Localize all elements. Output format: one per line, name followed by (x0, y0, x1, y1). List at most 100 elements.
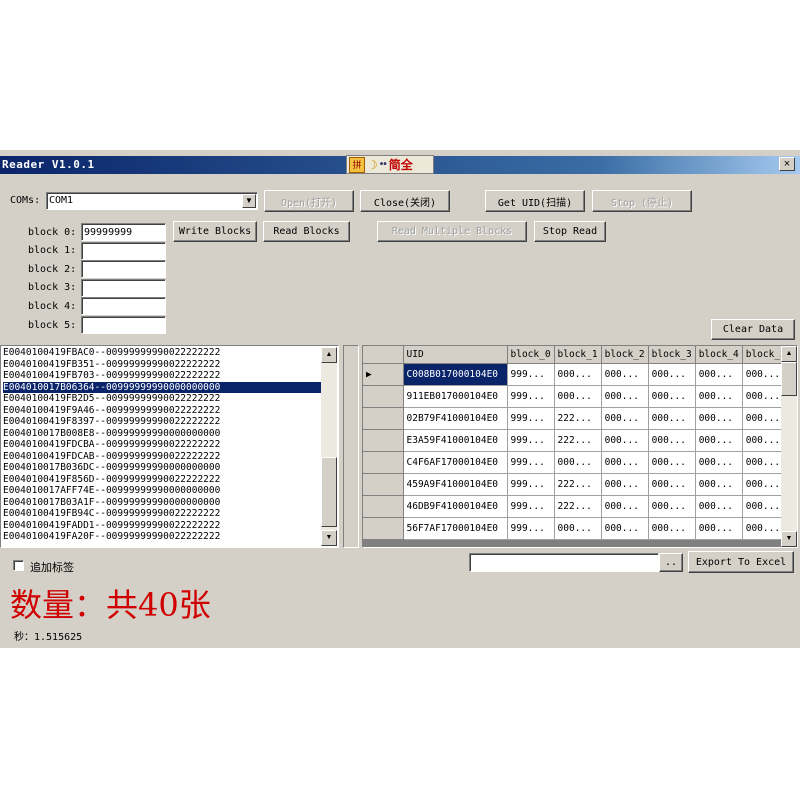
table-cell[interactable]: C4F6AF17000104E0 (403, 451, 508, 474)
write-blocks-button[interactable]: Write Blocks (173, 221, 257, 242)
list-item[interactable]: E0040100419FA20F--00999999990022222222 (3, 531, 323, 543)
table-cell[interactable]: 000... (601, 429, 649, 452)
table-row[interactable]: 459A9F41000104E0 999... 222... 000... 000...… (363, 473, 790, 496)
table-cell[interactable]: 999... (507, 429, 555, 452)
row-header[interactable] (363, 451, 404, 474)
list-item[interactable]: E0040100419F9A46--00999999990022222222 (3, 405, 323, 417)
close-port-button[interactable]: Close(关闭) (360, 190, 450, 212)
list-item[interactable]: E0040100419FB351--00999999990022222222 (3, 359, 323, 371)
block-2-input[interactable] (81, 260, 166, 278)
scroll-down-icon[interactable]: ▼ (321, 530, 337, 546)
table-cell[interactable]: 000... (648, 473, 696, 496)
grid-header-1[interactable]: block_0 (507, 346, 555, 364)
ime-toolbar[interactable]: 拼 ☽ •• 简全 (346, 155, 434, 174)
punctuation-icon[interactable]: •• (380, 159, 387, 170)
row-header[interactable] (363, 473, 404, 496)
table-row[interactable]: 46DB9F41000104E0 999... 222... 000... 000...… (363, 495, 790, 518)
table-cell[interactable]: 000... (648, 517, 696, 540)
row-header[interactable]: ▶ (363, 363, 404, 386)
read-multiple-blocks-button[interactable]: Read Multiple Blocks (377, 221, 527, 242)
table-row[interactable]: 911EB017000104E0 999... 000... 000... 000...… (363, 385, 790, 408)
get-uid-button[interactable]: Get UID(扫描) (485, 190, 585, 212)
table-cell[interactable]: 000... (554, 517, 602, 540)
chevron-down-icon[interactable]: ▼ (242, 194, 256, 208)
row-header[interactable] (363, 385, 404, 408)
list-item[interactable]: E0040100419FDCBA--00999999990022222222 (3, 439, 323, 451)
table-row[interactable]: C4F6AF17000104E0 999... 000... 000... 000...… (363, 451, 790, 474)
table-cell[interactable]: 999... (507, 517, 555, 540)
list-item[interactable]: E004010017B008E8--00999999990000000000 (3, 428, 323, 440)
table-cell[interactable]: 000... (648, 407, 696, 430)
table-cell[interactable]: 000... (695, 451, 743, 474)
table-cell[interactable]: 000... (648, 429, 696, 452)
table-cell[interactable]: 222... (554, 407, 602, 430)
list-item[interactable]: E0040100419FBAC0--00999999990022222222 (3, 347, 323, 359)
table-cell[interactable]: 000... (695, 517, 743, 540)
table-cell[interactable]: 000... (601, 495, 649, 518)
table-cell[interactable]: 000... (648, 385, 696, 408)
open-button[interactable]: Open(打开) (264, 190, 354, 212)
grid-header-3[interactable]: block_2 (601, 346, 649, 364)
table-cell[interactable]: 000... (601, 451, 649, 474)
grid-header-5[interactable]: block_4 (695, 346, 743, 364)
table-cell[interactable]: 000... (601, 473, 649, 496)
block-3-input[interactable] (81, 279, 166, 297)
ime-mode-label[interactable]: 简全 (389, 156, 413, 173)
export-path-input[interactable] (469, 553, 659, 572)
table-cell[interactable]: 000... (695, 407, 743, 430)
table-cell[interactable]: 999... (507, 363, 555, 386)
table-cell[interactable]: E3A59F41000104E0 (403, 429, 508, 452)
grid-header-2[interactable]: block_1 (554, 346, 602, 364)
table-cell[interactable]: 000... (601, 407, 649, 430)
table-cell[interactable]: 000... (648, 451, 696, 474)
table-cell[interactable]: 02B79F41000104E0 (403, 407, 508, 430)
table-cell[interactable]: 000... (695, 473, 743, 496)
table-cell[interactable]: 999... (507, 473, 555, 496)
table-cell[interactable]: 222... (554, 473, 602, 496)
table-cell[interactable]: 999... (507, 385, 555, 408)
table-cell[interactable]: 222... (554, 429, 602, 452)
row-header[interactable] (363, 495, 404, 518)
list-item[interactable]: E004010017AFF74E--00999999990000000000 (3, 485, 323, 497)
ime-pinyin-icon[interactable]: 拼 (349, 156, 365, 173)
list-item[interactable]: E0040100419F856D--00999999990022222222 (3, 474, 323, 486)
grid-header-4[interactable]: block_3 (648, 346, 696, 364)
table-cell[interactable]: 000... (554, 451, 602, 474)
append-tag-checkbox[interactable] (13, 560, 24, 571)
scroll-up-icon[interactable]: ▲ (321, 347, 337, 363)
table-cell[interactable]: 999... (507, 407, 555, 430)
list-item[interactable]: E0040100419FB703--00999999990022222222 (3, 370, 323, 382)
table-row[interactable]: E3A59F41000104E0 999... 222... 000... 000...… (363, 429, 790, 452)
read-blocks-button[interactable]: Read Blocks (263, 221, 350, 242)
list-item[interactable]: E0040100419FDCAB--00999999990022222222 (3, 451, 323, 463)
table-cell[interactable]: 56F7AF17000104E0 (403, 517, 508, 540)
grid-header-0[interactable]: UID (403, 346, 508, 364)
block-data-grid[interactable]: UID block_0 block_1 block_2 block_3 block_4 bl… (362, 345, 798, 548)
scroll-down-icon[interactable]: ▼ (781, 531, 797, 547)
table-cell[interactable]: 999... (507, 495, 555, 518)
table-cell[interactable]: 000... (695, 363, 743, 386)
table-cell[interactable]: 000... (601, 517, 649, 540)
table-cell[interactable]: 000... (695, 495, 743, 518)
stop-button[interactable]: Stop (停止) (592, 190, 692, 212)
block-0-input[interactable] (81, 223, 166, 241)
uid-log-list[interactable]: E0040100419FBAC0--00999999990022222222 E0… (0, 345, 339, 548)
list-item[interactable]: E0040100419FB94C--00999999990022222222 (3, 508, 323, 520)
table-cell[interactable]: 000... (695, 385, 743, 408)
table-row[interactable]: 56F7AF17000104E0 999... 000... 000... 000...… (363, 517, 790, 540)
panel-splitter[interactable] (343, 345, 359, 548)
list-item[interactable]: E0040100419FB2D5--00999999990022222222 (3, 393, 323, 405)
com-port-select[interactable]: COM1 ▼ (46, 192, 258, 210)
stop-read-button[interactable]: Stop Read (534, 221, 606, 242)
block-5-input[interactable] (81, 316, 166, 334)
table-cell[interactable]: 999... (507, 451, 555, 474)
table-cell[interactable]: 000... (601, 363, 649, 386)
table-row[interactable]: ▶ C008B017000104E0 999... 000... 000... 000..… (363, 363, 790, 386)
close-icon[interactable]: × (779, 157, 795, 171)
table-cell[interactable]: 222... (554, 495, 602, 518)
table-cell[interactable]: C008B017000104E0 (403, 363, 508, 386)
table-cell[interactable]: 459A9F41000104E0 (403, 473, 508, 496)
log-scrollbar[interactable]: ▲ ▼ (321, 347, 337, 546)
row-header[interactable] (363, 407, 404, 430)
table-cell[interactable]: 000... (695, 429, 743, 452)
